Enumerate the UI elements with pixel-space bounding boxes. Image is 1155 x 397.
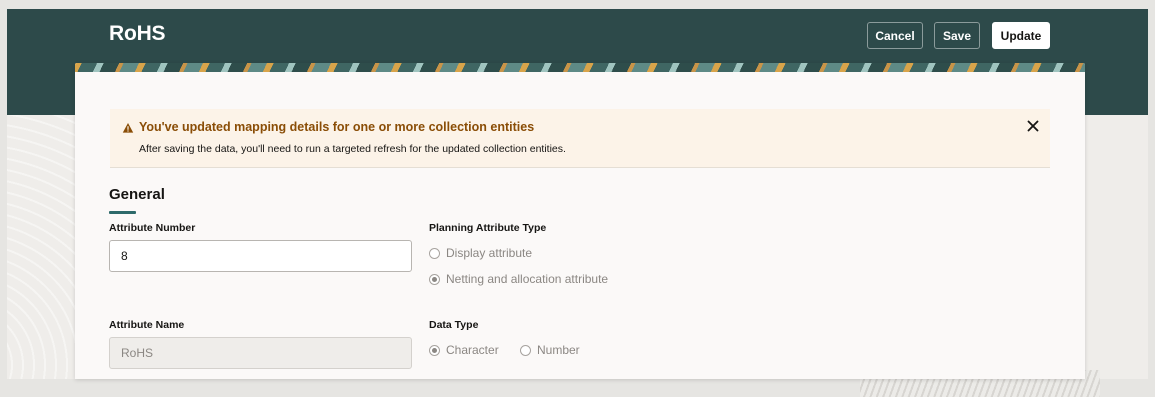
radio-netting-allocation-attribute[interactable]: Netting and allocation attribute <box>429 272 608 286</box>
section-title: General <box>109 186 165 203</box>
radio-selected-icon <box>429 273 440 285</box>
attribute-name-input[interactable] <box>109 337 412 369</box>
warning-message: After saving the data, you'll need to ru… <box>139 143 566 155</box>
radio-label: Display attribute <box>446 246 533 260</box>
data-type-label: Data Type <box>429 319 479 331</box>
radio-label: Character <box>446 343 499 357</box>
warning-banner: You've updated mapping details for one o… <box>110 109 1050 168</box>
radio-label: Netting and allocation attribute <box>446 272 609 286</box>
update-button[interactable]: Update <box>992 22 1050 49</box>
decorative-strip <box>75 63 1085 72</box>
attribute-name-label: Attribute Name <box>109 319 185 331</box>
attribute-number-input[interactable] <box>109 240 412 272</box>
cancel-button[interactable]: Cancel <box>867 22 923 49</box>
radio-label: Number <box>537 343 580 357</box>
radio-selected-icon <box>429 344 440 356</box>
radio-unselected-icon <box>520 344 531 356</box>
radio-character[interactable]: Character <box>429 343 499 357</box>
close-icon[interactable] <box>1024 117 1042 135</box>
planning-attribute-type-label: Planning Attribute Type <box>429 222 547 234</box>
attribute-number-label: Attribute Number <box>109 222 196 234</box>
radio-number[interactable]: Number <box>520 343 580 357</box>
radio-display-attribute[interactable]: Display attribute <box>429 246 532 260</box>
warning-title: You've updated mapping details for one o… <box>139 120 535 134</box>
radio-unselected-icon <box>429 247 440 259</box>
background-pattern <box>7 115 75 379</box>
warning-icon <box>122 123 134 133</box>
page-title: RoHS <box>109 22 166 45</box>
section-underline <box>109 211 136 214</box>
save-button[interactable]: Save <box>934 22 980 49</box>
